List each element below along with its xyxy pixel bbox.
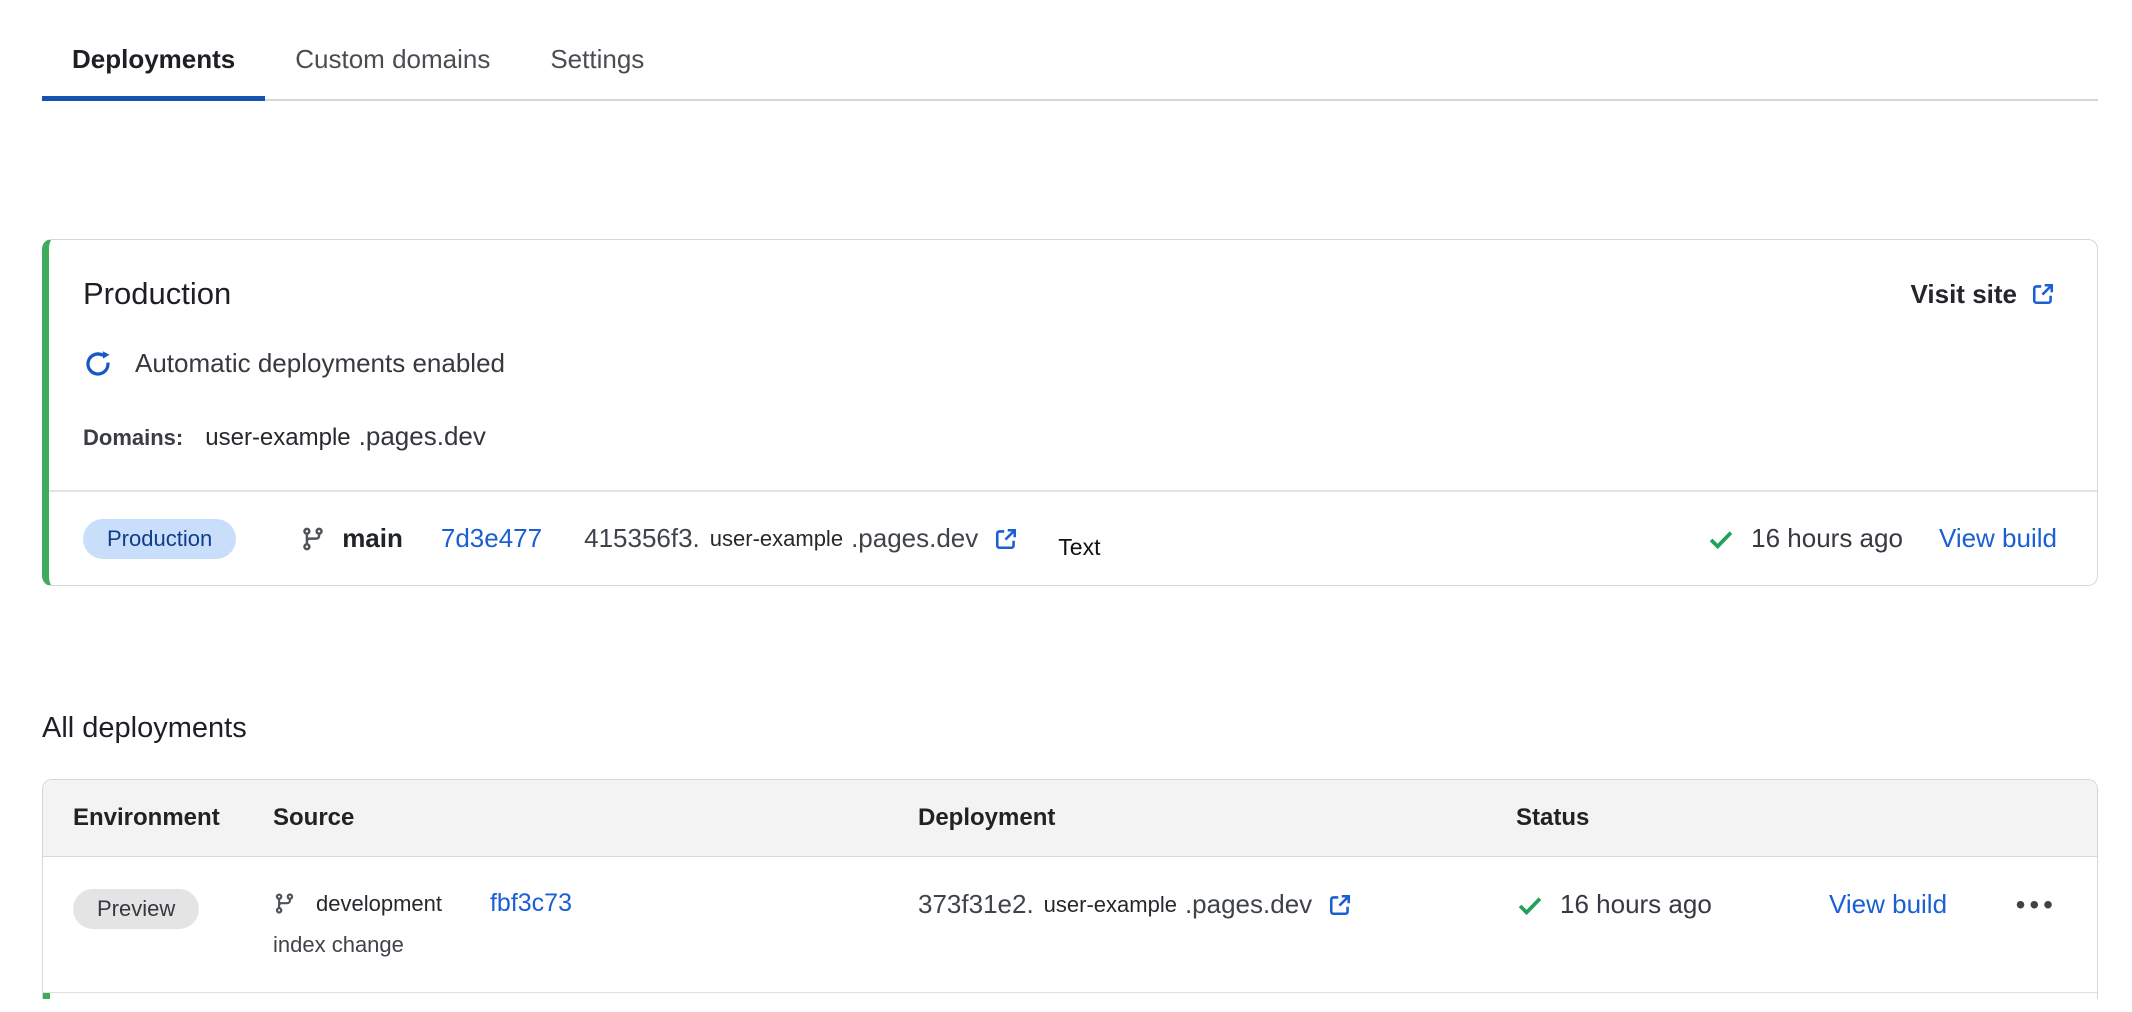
column-header-deployment: Deployment: [918, 804, 1516, 832]
visit-site-label: Visit site: [1911, 279, 2017, 310]
table-row: Preview development fbf3c73 index change…: [43, 857, 2097, 993]
tab-custom-domains[interactable]: Custom domains: [265, 26, 520, 101]
branch-name: development: [316, 891, 442, 917]
all-deployments-heading: All deployments: [42, 712, 2098, 745]
tab-deployments[interactable]: Deployments: [42, 26, 265, 101]
refresh-icon: [83, 349, 113, 379]
view-build-link[interactable]: View build: [1829, 889, 1947, 920]
git-branch-icon: [273, 892, 296, 915]
visit-site-link[interactable]: Visit site: [1911, 279, 2057, 310]
next-row-partial: [43, 993, 2098, 999]
deployment-url-name: user-example: [710, 526, 843, 552]
deployment-url-suffix: .pages.dev: [1185, 889, 1312, 920]
production-card-title: Production: [83, 276, 231, 312]
actions-cell: View build •••: [1829, 889, 2057, 920]
deployments-table: Environment Source Deployment Status Pre…: [42, 779, 2098, 999]
commit-link[interactable]: fbf3c73: [490, 889, 572, 918]
deployment-time: 16 hours ago: [1560, 889, 1712, 920]
deployment-time: 16 hours ago: [1751, 523, 1903, 554]
column-header-actions: [1829, 804, 2057, 832]
deployment-cell: 373f31e2. user-example .pages.dev: [918, 889, 1516, 920]
automatic-deployments-text: Automatic deployments enabled: [135, 348, 505, 379]
tab-bar: Deployments Custom domains Settings: [42, 26, 2098, 101]
note-text: Text: [1058, 534, 1100, 561]
column-header-source: Source: [273, 804, 918, 832]
commit-link[interactable]: 7d3e477: [441, 523, 542, 554]
deployment-url: 415356f3. user-example .pages.dev: [584, 523, 1020, 554]
deployment-url-suffix: .pages.dev: [851, 523, 978, 554]
production-card: Production Visit site Automatic deployme…: [42, 239, 2098, 586]
external-link-icon[interactable]: [1326, 891, 1354, 919]
git-branch-icon: [300, 526, 326, 552]
domains-label: Domains:: [83, 425, 183, 451]
environment-cell: Preview: [73, 889, 273, 929]
view-build-link[interactable]: View build: [1939, 523, 2057, 554]
external-link-icon[interactable]: [992, 525, 1020, 553]
deployment-url-prefix: 415356f3.: [584, 523, 700, 554]
commit-message: index change: [273, 932, 918, 958]
status-cell: 16 hours ago: [1516, 889, 1829, 920]
environment-badge: Production: [83, 519, 236, 559]
column-header-status: Status: [1516, 804, 1829, 832]
environment-badge: Preview: [73, 889, 199, 929]
tab-settings[interactable]: Settings: [520, 26, 674, 101]
domain-suffix: .pages.dev: [359, 421, 486, 452]
deployments-page: Deployments Custom domains Settings Prod…: [0, 26, 2132, 999]
success-check-icon: [1707, 525, 1735, 553]
deployment-url-name: user-example: [1044, 892, 1177, 918]
success-check-icon: [1516, 891, 1544, 919]
source-cell: development fbf3c73 index change: [273, 889, 918, 958]
deployment-url-prefix: 373f31e2.: [918, 889, 1034, 920]
branch-name: main: [342, 523, 403, 554]
production-deployment-row: Production main 7d3e477 415356f3. user-e…: [49, 490, 2097, 585]
domain-name: user-example: [205, 424, 350, 452]
column-header-environment: Environment: [73, 804, 273, 832]
more-options-button[interactable]: •••: [2016, 891, 2057, 919]
external-link-icon: [2029, 280, 2057, 308]
table-header-row: Environment Source Deployment Status: [43, 780, 2097, 857]
